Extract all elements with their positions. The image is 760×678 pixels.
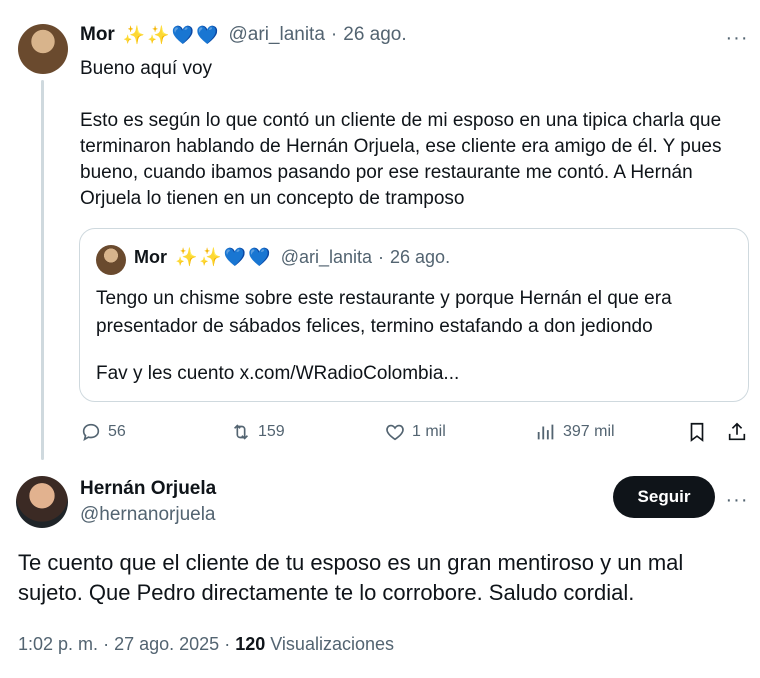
separator-dot: · (330, 24, 338, 45)
quote-header: Mor ✨✨💙💙 @ari_lanita · 26 ago. (134, 247, 450, 268)
tweet1-text-line1: Bueno aquí voy (80, 58, 213, 79)
like-icon (386, 424, 404, 441)
tweet2-author-name[interactable]: Hernán Orjuela (80, 478, 216, 500)
views-count: 397 mil (563, 423, 615, 440)
separator-dot: · (378, 247, 385, 267)
tweet1-author-name[interactable]: Mor (80, 24, 115, 46)
retweet-count: 159 (258, 423, 285, 440)
blue-heart-emoji: 💙 (248, 247, 273, 267)
sparkle-emoji: ✨ (147, 24, 172, 45)
separator-dot: · (224, 634, 236, 654)
sparkle-emoji: ✨ (122, 24, 148, 45)
sparkle-emoji: ✨ (199, 247, 224, 267)
like-button[interactable]: 1 mil (384, 421, 446, 443)
reply-icon (82, 423, 100, 442)
tweet2-time[interactable]: 1:02 p. m. (18, 634, 98, 654)
tweet2-date[interactable]: 27 ago. 2025 (114, 634, 219, 654)
tweet1-text-paragraph: Esto es según lo que contó un cliente de… (80, 110, 722, 209)
like-count: 1 mil (412, 423, 446, 440)
more-icon[interactable]: ··· (720, 26, 754, 50)
quote-author-name: Mor (134, 247, 167, 267)
tweet1-emojis: ✨✨💙💙 (123, 25, 221, 46)
quote-text: Tengo un chisme sobre este restaurante y… (96, 288, 672, 337)
retweet-icon (233, 424, 249, 440)
quote-avatar (96, 245, 126, 275)
tweet2-handle[interactable]: @hernanorjuela (80, 504, 216, 526)
blue-heart-emoji: 💙 (223, 247, 249, 267)
tweet1-header: Mor ✨✨💙💙 @ari_lanita · 26 ago. (80, 24, 407, 46)
quote-emojis: ✨✨💙💙 (175, 247, 273, 268)
tweet2-views-label: Visualizaciones (270, 634, 394, 654)
retweet-button[interactable]: 159 (230, 421, 285, 443)
reply-button[interactable]: 56 (80, 421, 126, 443)
separator-dot: · (103, 634, 115, 654)
bookmark-icon (690, 422, 704, 442)
blue-heart-emoji: 💙 (196, 24, 221, 45)
more-icon[interactable]: ··· (720, 488, 754, 512)
views-button[interactable]: 397 mil (535, 421, 615, 443)
follow-button[interactable]: Seguir (613, 476, 715, 518)
tweet1-date[interactable]: 26 ago. (343, 24, 406, 46)
reply-count: 56 (108, 423, 126, 440)
views-icon (537, 424, 554, 440)
tweet1-handle[interactable]: @ari_lanita (229, 24, 325, 46)
tweet2-text: Te cuento que el cliente de tu esposo es… (18, 550, 684, 605)
blue-heart-emoji: 💙 (171, 24, 197, 45)
sparkle-emoji: ✨ (175, 247, 200, 267)
tweet2-meta: 1:02 p. m. · 27 ago. 2025 · 120 Visualiz… (18, 634, 394, 655)
quote-date: 26 ago. (390, 247, 451, 267)
quote-link-text: Fav y les cuento x.com/WRadioColombia... (96, 363, 460, 384)
quote-handle: @ari_lanita (280, 247, 373, 267)
share-icon (728, 422, 746, 441)
bookmark-button[interactable] (686, 421, 714, 443)
tweet2-views-count: 120 (235, 634, 266, 654)
avatar-mor[interactable] (18, 24, 68, 74)
thread-line (41, 80, 44, 460)
share-button[interactable] (726, 421, 754, 443)
avatar-hernan-orjuela[interactable] (16, 476, 68, 528)
quoted-tweet-card[interactable]: Mor ✨✨💙💙 @ari_lanita · 26 ago. Tengo un … (79, 228, 749, 402)
